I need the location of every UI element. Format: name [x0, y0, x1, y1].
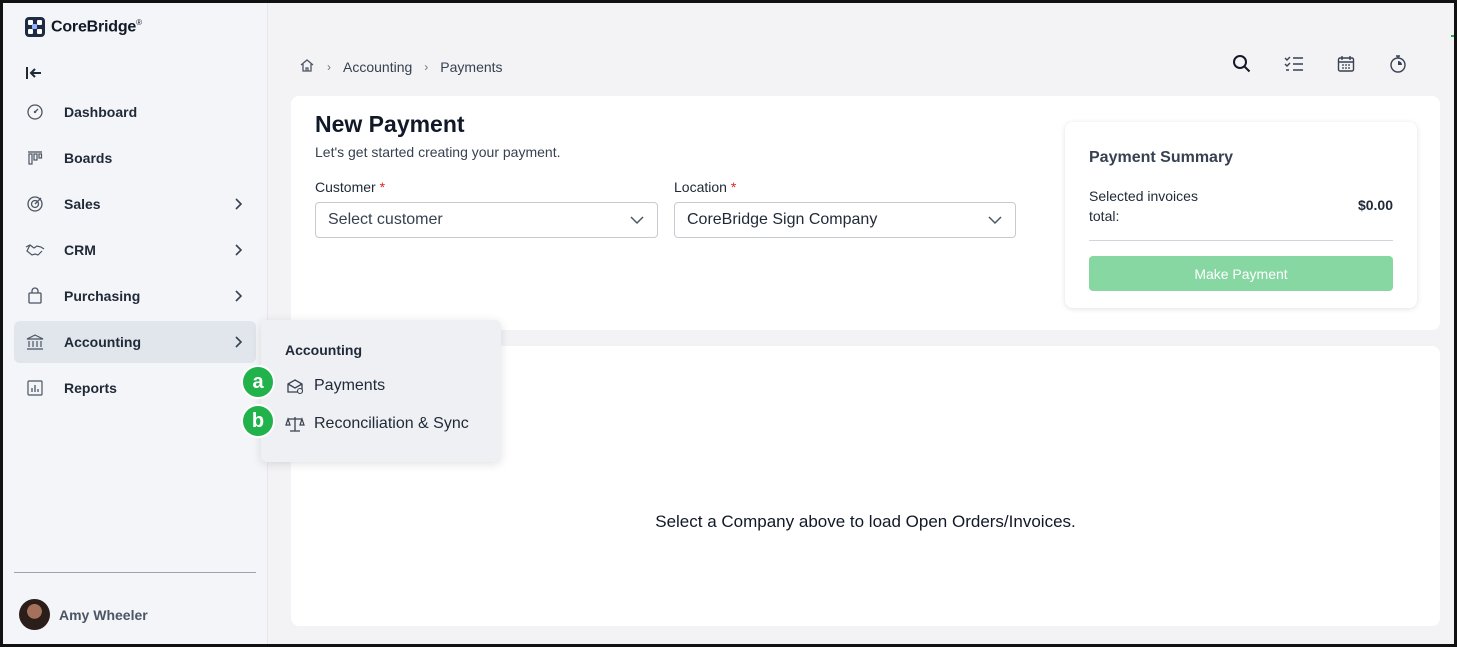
location-select-value: CoreBridge Sign Company [687, 211, 878, 228]
reports-icon [25, 378, 45, 398]
logo[interactable]: CoreBridge® [25, 17, 142, 37]
summary-divider [1089, 240, 1393, 241]
sidebar-item-label: Sales [64, 196, 101, 212]
dashboard-icon [25, 102, 45, 122]
handshake-icon [25, 240, 45, 260]
search-icon[interactable] [1231, 53, 1253, 75]
chevron-down-icon [630, 216, 644, 225]
bank-icon [25, 332, 45, 352]
sidebar-item-sales[interactable]: Sales [14, 183, 256, 225]
app-window: CoreBridge® Dashboard Boards Sales CRM P… [0, 0, 1457, 647]
sidebar-item-boards[interactable]: Boards [14, 137, 256, 179]
breadcrumb-accounting[interactable]: Accounting [343, 59, 412, 75]
chevron-right-icon: › [424, 59, 429, 74]
sidebar-divider [14, 572, 256, 573]
sidebar-item-label: Reports [64, 380, 117, 396]
sidebar-item-reports[interactable]: Reports [14, 367, 256, 409]
customer-select-value: Select customer [328, 211, 443, 228]
chevron-right-icon [235, 198, 243, 210]
app-name: CoreBridge® [51, 17, 142, 36]
submenu-item-label: Payments [314, 377, 386, 394]
sidebar-item-label: CRM [64, 242, 96, 258]
calendar-icon[interactable] [1335, 53, 1357, 75]
avatar [19, 599, 50, 630]
shopping-bag-icon [25, 286, 45, 306]
accounting-submenu: Accounting Payments Reconciliation & Syn… [261, 320, 501, 462]
sidebar-item-label: Purchasing [64, 288, 141, 304]
customer-label: Customer * [315, 179, 386, 195]
sidebar-item-crm[interactable]: CRM [14, 229, 256, 271]
payment-summary-panel: Payment Summary Selected invoices total:… [1065, 122, 1417, 308]
edge-marker [1451, 35, 1454, 37]
callout-badge-a: a [241, 365, 275, 399]
sidebar-item-dashboard[interactable]: Dashboard [14, 91, 256, 133]
location-select[interactable]: CoreBridge Sign Company [674, 202, 1016, 238]
boards-icon [25, 148, 45, 168]
make-payment-button[interactable]: Make Payment [1089, 256, 1393, 291]
callout-badge-b: b [241, 404, 275, 438]
scale-icon [285, 414, 305, 434]
submenu-title: Accounting [285, 342, 362, 358]
new-payment-card: New Payment Let's get started creating y… [291, 96, 1440, 330]
checklist-icon[interactable] [1283, 53, 1305, 75]
collapse-sidebar-icon[interactable] [25, 63, 45, 83]
submenu-item-payments[interactable]: Payments [285, 376, 385, 396]
stopwatch-icon[interactable] [1387, 53, 1409, 75]
empty-state-message: Select a Company above to load Open Orde… [655, 512, 1076, 531]
selected-invoices-total-value: $0.00 [1357, 197, 1393, 213]
corebridge-logo-icon [25, 17, 45, 37]
header-toolbar [1231, 53, 1409, 75]
submenu-item-label: Reconciliation & Sync [314, 415, 469, 432]
breadcrumb-payments[interactable]: Payments [440, 59, 502, 75]
payment-summary-title: Payment Summary [1089, 149, 1234, 166]
chevron-right-icon [235, 336, 243, 348]
sidebar-item-label: Dashboard [64, 104, 138, 120]
sidebar-item-accounting[interactable]: Accounting [14, 321, 256, 363]
user-profile[interactable]: Amy Wheeler [19, 599, 148, 630]
submenu-item-reconciliation-sync[interactable]: Reconciliation & Sync [285, 414, 469, 434]
customer-select[interactable]: Select customer [315, 202, 658, 238]
chevron-right-icon [235, 244, 243, 256]
location-label: Location * [674, 179, 737, 195]
page-subtitle: Let's get started creating your payment. [315, 144, 561, 160]
page-title: New Payment [315, 111, 465, 137]
sidebar-item-label: Boards [64, 150, 113, 166]
sidebar-item-label: Accounting [64, 334, 141, 350]
sidebar-nav: Dashboard Boards Sales CRM Purchasing Ac… [14, 91, 256, 413]
user-name: Amy Wheeler [59, 606, 148, 623]
sales-icon [25, 194, 45, 214]
home-icon[interactable] [299, 57, 315, 76]
sidebar-item-purchasing[interactable]: Purchasing [14, 275, 256, 317]
breadcrumb: › Accounting › Payments [299, 57, 503, 76]
chevron-right-icon: › [327, 59, 331, 74]
payments-icon [285, 376, 305, 396]
selected-invoices-total-label: Selected invoices total: [1089, 188, 1198, 224]
sidebar: CoreBridge® Dashboard Boards Sales CRM P… [3, 3, 268, 644]
chevron-down-icon [988, 216, 1002, 225]
chevron-right-icon [235, 290, 243, 302]
